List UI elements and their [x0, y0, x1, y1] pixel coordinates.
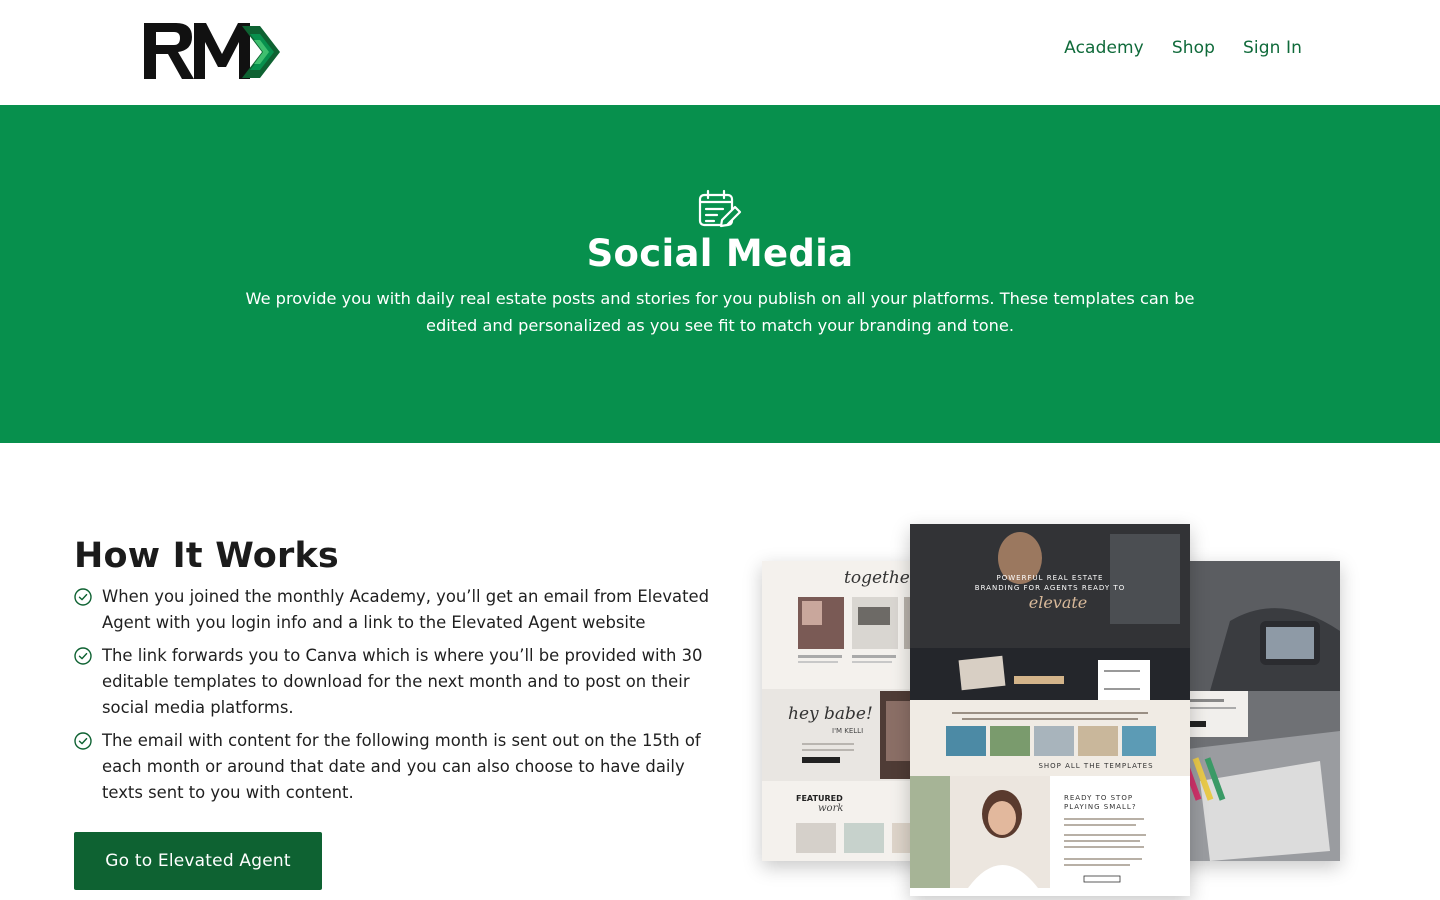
- mockup-left-featured: FEATURED: [796, 794, 843, 803]
- go-to-elevated-agent-button[interactable]: Go to Elevated Agent: [74, 832, 322, 890]
- rm-logo[interactable]: [142, 20, 282, 82]
- calendar-edit-icon: [698, 189, 742, 228]
- mockup-center-page: POWERFUL REAL ESTATE BRANDING FOR AGENTS…: [910, 524, 1190, 896]
- mockup-center-hero-line1: POWERFUL REAL ESTATE: [997, 574, 1104, 582]
- check-circle-icon: [74, 588, 92, 606]
- mockup-right-page: [1170, 561, 1340, 861]
- step-item: The link forwards you to Canva which is …: [74, 643, 714, 721]
- nav-sign-in-link[interactable]: Sign In: [1243, 38, 1302, 58]
- check-circle-icon: [74, 647, 92, 665]
- hero-title: Social Media: [586, 232, 854, 275]
- mockup-center-ready-line1: READY TO STOP: [1064, 794, 1133, 802]
- step-text: When you joined the monthly Academy, you…: [102, 587, 709, 632]
- mockup-center-ready-line2: PLAYING SMALL?: [1064, 803, 1137, 811]
- mockup-left-greeting: hey babe!: [788, 704, 873, 724]
- step-text: The email with content for the following…: [102, 731, 701, 802]
- hero-description: We provide you with daily real estate po…: [245, 289, 1195, 335]
- hero-banner: Social Media We provide you with daily r…: [0, 105, 1440, 443]
- step-item: The email with content for the following…: [74, 728, 714, 806]
- nav-shop-link[interactable]: Shop: [1172, 38, 1215, 58]
- step-text: The link forwards you to Canva which is …: [102, 646, 703, 717]
- site-header: Academy Shop Sign In: [0, 0, 1440, 105]
- check-circle-icon: [74, 732, 92, 750]
- template-mockup-collage: together! hey babe! I'M KELLI FEATURED w…: [750, 520, 1350, 900]
- mockup-left-name: I'M KELLI: [832, 727, 863, 735]
- step-item: When you joined the monthly Academy, you…: [74, 584, 714, 636]
- steps-list: When you joined the monthly Academy, you…: [74, 584, 714, 813]
- mockup-left-work: work: [818, 803, 843, 814]
- main-nav: Academy Shop Sign In: [1064, 38, 1302, 58]
- how-it-works-title: How It Works: [74, 536, 339, 576]
- nav-academy-link[interactable]: Academy: [1064, 38, 1144, 58]
- mockup-center-hero-line2: BRANDING FOR AGENTS READY TO: [975, 584, 1125, 592]
- mockup-center-cta: SHOP ALL THE TEMPLATES: [1038, 762, 1153, 770]
- mockup-center-hero-script: elevate: [1029, 593, 1088, 612]
